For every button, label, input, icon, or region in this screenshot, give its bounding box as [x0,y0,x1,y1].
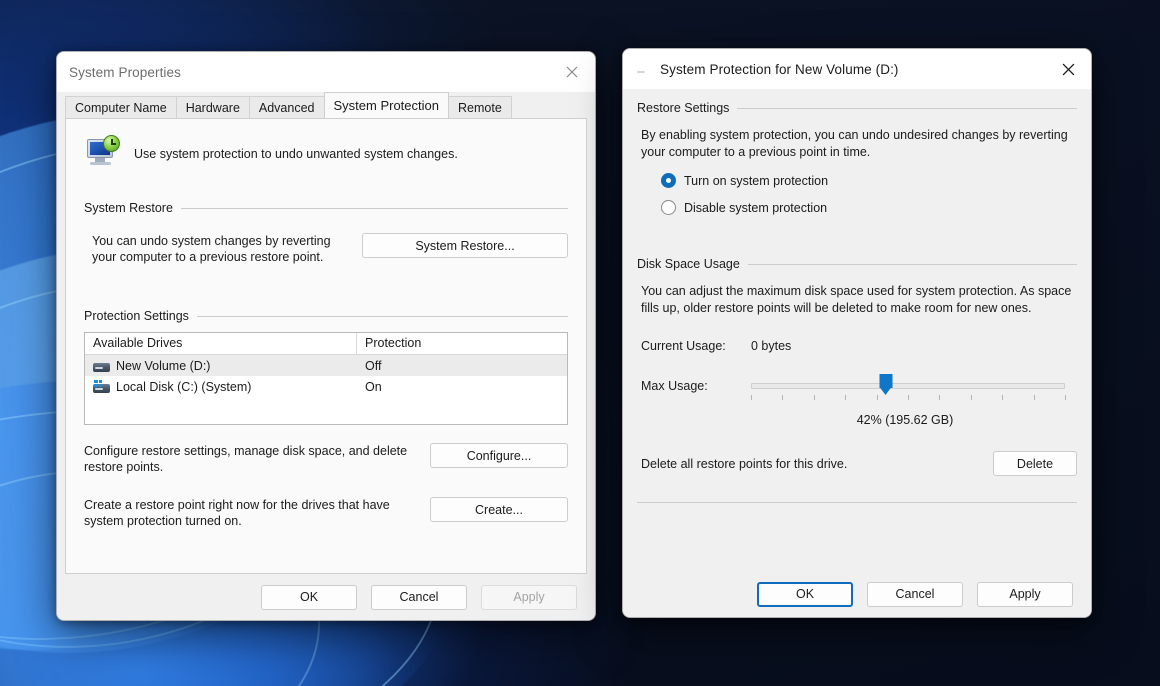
disk-space-usage-header: Disk Space Usage [637,257,1077,271]
right-titlebar: System Protection for New Volume (D:) [623,49,1091,112]
radio-label: Disable system protection [684,200,828,215]
right-footer: OK Cancel Apply [623,571,1091,617]
drives-listbox[interactable]: Available Drives Protection New Volume (… [84,332,568,425]
radio-unselected-icon [661,200,676,215]
slider-thumb[interactable] [879,374,893,396]
tabstrip: Computer Name Hardware Advanced System P… [57,92,595,118]
group-divider [747,263,1077,265]
current-usage-value: 0 bytes [751,339,792,353]
group-divider [737,107,1077,109]
group-divider [196,315,568,317]
radio-disable-system-protection[interactable]: Disable system protection [623,200,1091,215]
system-restore-button[interactable]: System Restore... [362,233,568,258]
protection-settings-header: Protection Settings [84,309,568,323]
restore-settings-header: Restore Settings [637,101,1077,115]
restore-settings-description: By enabling system protection, you can u… [641,128,1068,159]
protection-settings-caption: Protection Settings [84,309,189,323]
system-drive-icon [93,380,110,393]
tab-computer-name[interactable]: Computer Name [65,96,177,118]
radio-label: Turn on system protection [684,173,829,188]
system-restore-row: You can undo system changes by reverting… [84,233,568,265]
left-window-title: System Properties [69,64,181,80]
system-restore-description: You can undo system changes by reverting… [92,234,331,264]
configure-description: Configure restore settings, manage disk … [84,444,408,474]
desktop-wallpaper: System Properties Computer Name Hardware… [0,0,1160,686]
create-description: Create a restore point right now for the… [84,498,390,528]
drive-name: Local Disk (C:) (System) [116,379,252,394]
footer-divider [637,502,1077,503]
ok-button[interactable]: OK [757,581,853,607]
current-usage-row: Current Usage: 0 bytes [623,339,1091,353]
create-row: Create a restore point right now for the… [84,497,568,529]
column-header-available-drives: Available Drives [85,333,357,354]
cancel-button[interactable]: Cancel [371,584,467,610]
system-protection-panel: Use system protection to undo unwanted s… [65,118,587,574]
current-usage-label: Current Usage: [641,339,726,353]
slider-track [751,383,1065,389]
left-footer: OK Cancel Apply [57,574,595,620]
max-usage-label: Max Usage: [641,379,708,393]
system-restore-header: System Restore [84,201,568,215]
disk-space-usage-group: Disk Space Usage [623,215,1091,271]
max-usage-value: 42% (195.62 GB) [856,413,954,427]
ok-button[interactable]: OK [261,584,357,610]
delete-button[interactable]: Delete [993,451,1077,476]
restore-settings-caption: Restore Settings [637,101,730,115]
slider-ticks [751,395,1066,401]
intro-text: Use system protection to undo unwanted s… [134,147,458,161]
delete-description: Delete all restore points for this drive… [641,456,848,471]
table-row[interactable]: New Volume (D:) Off [85,355,567,376]
hard-drive-icon [93,359,110,372]
right-window-title: System Protection for New Volume (D:) [660,61,899,77]
disk-space-usage-description: You can adjust the maximum disk space us… [641,284,1072,315]
table-row[interactable]: Local Disk (C:) (System) On [85,376,567,397]
drive-name: New Volume (D:) [116,358,211,373]
drive-cell: Local Disk (C:) (System) [85,380,357,394]
radio-turn-on-system-protection[interactable]: Turn on system protection [623,173,1091,188]
delete-row: Delete all restore points for this drive… [623,451,1091,476]
hard-drive-icon [635,63,652,112]
max-usage-row: Max Usage: [623,373,1091,401]
system-restore-group: System Restore You can undo system chang… [66,201,586,265]
protection-settings-group: Protection Settings Available Drives Pro… [66,309,586,529]
tab-system-protection[interactable]: System Protection [323,92,449,118]
create-button[interactable]: Create... [430,497,568,522]
drive-cell: New Volume (D:) [85,359,357,373]
protection-status: Off [365,358,382,373]
restore-settings-group: Restore Settings [623,89,1091,115]
apply-button: Apply [481,584,577,610]
tab-advanced[interactable]: Advanced [248,96,325,118]
right-dialog-body: Restore Settings By enabling system prot… [623,89,1091,617]
max-usage-slider[interactable] [751,373,1073,401]
system-restore-caption: System Restore [84,201,173,215]
system-properties-dialog: System Properties Computer Name Hardware… [56,51,596,621]
protection-status: On [365,379,382,394]
configure-button[interactable]: Configure... [430,443,568,468]
intro-row: Use system protection to undo unwanted s… [66,119,586,171]
system-protection-config-dialog: System Protection for New Volume (D:) Re… [622,48,1092,618]
cancel-button[interactable]: Cancel [867,581,963,607]
disk-space-usage-caption: Disk Space Usage [637,257,740,271]
system-protection-icon [84,133,122,171]
configure-row: Configure restore settings, manage disk … [84,443,568,475]
left-titlebar: System Properties [57,52,595,92]
tab-remote[interactable]: Remote [448,96,512,118]
column-header-protection: Protection [365,336,422,350]
close-icon[interactable] [1045,49,1091,89]
close-icon[interactable] [549,52,595,92]
apply-button[interactable]: Apply [977,581,1073,607]
tab-hardware[interactable]: Hardware [175,96,250,118]
radio-selected-icon [661,173,676,188]
group-divider [180,207,568,209]
drives-header-row: Available Drives Protection [85,333,567,355]
